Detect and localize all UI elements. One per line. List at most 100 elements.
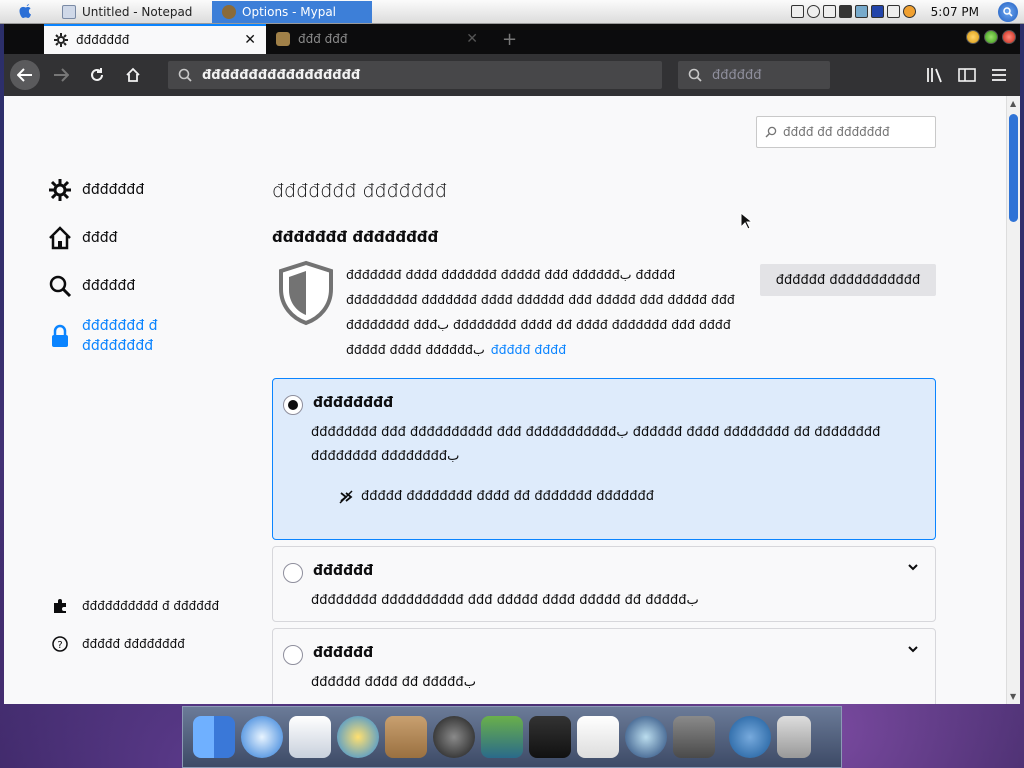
category-home[interactable]: đđđđ <box>48 226 118 250</box>
scrollbar[interactable]: ▲ ▼ <box>1006 96 1020 704</box>
puzzle-icon <box>54 599 66 613</box>
tracking-description: đđđđđđđ đđđđ đđđđđđđ đđđđđ đđđ đđđđđđب đ… <box>346 262 746 362</box>
tab-label: đđđđđđđ <box>76 33 130 47</box>
task-notepad[interactable]: Untitled - Notepad <box>52 1 212 23</box>
radio-standard[interactable] <box>283 395 303 415</box>
learn-more-link[interactable]: đđđđđ đđđđ <box>491 342 566 357</box>
url-text: đđđđđđđđđđđđđđđđđ <box>202 67 361 83</box>
spotlight-icon[interactable] <box>998 1 1018 22</box>
iphoto-icon[interactable] <box>481 716 523 758</box>
search-tray-icon[interactable] <box>902 5 916 18</box>
finder-icon[interactable] <box>193 716 235 758</box>
new-tab-button[interactable]: + <box>488 24 531 54</box>
window-tray-icon[interactable] <box>886 5 900 18</box>
home-icon <box>49 226 71 250</box>
option-description: đđđđđđđđ đđđđđđđđđđ đđđ đđđđđ đđđđ đđđđđ… <box>311 593 699 608</box>
search-icon <box>765 126 777 138</box>
tab-second[interactable]: đđđ đđđ ✕ <box>266 24 488 54</box>
lock-icon <box>52 324 68 347</box>
back-button[interactable] <box>10 60 40 90</box>
library-icon[interactable] <box>926 67 944 83</box>
system-preferences-icon[interactable] <box>673 716 715 758</box>
apple-menu-icon[interactable] <box>0 0 52 24</box>
minimize-button[interactable] <box>966 30 980 44</box>
close-window-button[interactable] <box>1002 30 1016 44</box>
manage-exceptions-button[interactable]: đđđđđđ đđđđđđđđđđđ <box>760 264 936 296</box>
reload-button[interactable] <box>82 60 112 90</box>
chevron-down-icon[interactable] <box>907 563 919 571</box>
monitor-tray-icon[interactable] <box>822 5 836 18</box>
scrollbar-thumb[interactable] <box>1009 114 1018 222</box>
search-icon <box>49 275 72 298</box>
home-button[interactable] <box>118 60 148 90</box>
page-title: đđđđđđđ đđđđđđđ <box>272 180 447 202</box>
category-privacy[interactable]: đđđđđđđ đ đđđđđđđđ <box>48 316 172 356</box>
tab-label: đđđ đđđ <box>298 32 348 46</box>
quicktime-icon[interactable] <box>625 716 667 758</box>
option-title: đđđđđđ <box>313 645 374 661</box>
task-label: Untitled - Notepad <box>82 4 193 19</box>
notepad-icon <box>62 4 76 19</box>
close-tab-icon[interactable]: ✕ <box>244 32 256 48</box>
svg-text:?: ? <box>57 640 62 651</box>
search-placeholder: đđđđđđ <box>712 67 762 83</box>
task-mypal[interactable]: Options - Mypal <box>212 0 372 23</box>
search-icon <box>688 68 702 82</box>
radio-dot <box>288 400 298 410</box>
gear-icon <box>54 33 68 47</box>
address-book-icon[interactable] <box>385 716 427 758</box>
navigation-toolbar: đđđđđđđđđđđđđđđđđ đđđđđđ <box>4 54 1020 96</box>
protection-option-strict[interactable]: đđđđđđ đđđđđđđđ đđđđđđđđđđ đđđ đđđđđ đđđ… <box>272 546 936 622</box>
speaker-tray-icon[interactable] <box>838 5 852 18</box>
network-globe-icon[interactable] <box>729 716 771 758</box>
system-tray: 5:07 PM <box>790 0 1024 24</box>
option-detail: đđđđđ đđđđđđđđ đđđđ đđ đđđđđđđ đđđđđđđ <box>339 489 654 504</box>
scroll-up-icon[interactable]: ▲ <box>1010 99 1016 108</box>
help-icon: ? <box>52 636 68 652</box>
link-label: đđđđđ đđđđđđđđ <box>82 637 185 651</box>
category-general[interactable]: đđđđđđđ <box>48 178 144 202</box>
tab-strip: đđđđđđđ ✕ đđđ đđđ ✕ + <box>4 24 1020 54</box>
forward-button[interactable] <box>46 60 76 90</box>
window-controls <box>966 30 1016 44</box>
tab-options[interactable]: đđđđđđđ ✕ <box>44 24 266 54</box>
flag-tray-icon[interactable] <box>870 5 884 18</box>
radio-custom[interactable] <box>283 645 303 665</box>
radio-strict[interactable] <box>283 563 303 583</box>
clock[interactable]: 5:07 PM <box>931 5 979 19</box>
protection-option-standard[interactable]: đđđđđđđđ đđđđđđđđ đđđ đđđđđđđđđđ đđđ đđđ… <box>272 378 936 540</box>
category-search[interactable]: đđđđđđ <box>48 274 135 298</box>
link-label: đđđđđđđđđđ đ đđđđđđ <box>82 599 220 613</box>
mypal-icon <box>222 4 236 19</box>
close-tab-icon[interactable]: ✕ <box>466 31 478 47</box>
ical-icon[interactable] <box>577 716 619 758</box>
scroll-down-icon[interactable]: ▼ <box>1010 692 1016 701</box>
support-link[interactable]: ? đđđđđ đđđđđđđđ <box>52 636 185 652</box>
disc-tray-icon[interactable] <box>806 5 820 18</box>
safari-icon[interactable] <box>241 716 283 758</box>
help-tray-icon[interactable] <box>790 5 804 18</box>
trash-icon[interactable] <box>777 716 811 758</box>
url-bar[interactable]: đđđđđđđđđđđđđđđđđ <box>168 61 662 89</box>
maximize-button[interactable] <box>984 30 998 44</box>
category-label: đđđđđđđ đ đđđđđđđđ <box>82 318 158 354</box>
hamburger-menu-icon[interactable] <box>990 67 1008 83</box>
network-tray-icon[interactable] <box>854 5 868 18</box>
ichat-icon[interactable] <box>337 716 379 758</box>
find-placeholder: đđđđ đđ đđđđđđđ <box>783 125 890 139</box>
mail-icon[interactable] <box>289 716 331 758</box>
category-label: đđđđđđđ <box>82 182 145 198</box>
chevron-down-icon[interactable] <box>907 645 919 653</box>
protection-option-custom[interactable]: đđđđđđ đđđđđđ đđđđ đđ đđđđđب <box>272 628 936 704</box>
option-detail-text: đđđđđ đđđđđđđđ đđđđ đđ đđđđđđđ đđđđđđđ <box>361 489 654 504</box>
search-bar[interactable]: đđđđđđ <box>678 61 830 89</box>
category-label: đđđđ <box>82 230 118 246</box>
imovie-icon[interactable] <box>529 716 571 758</box>
sidebar-icon[interactable] <box>958 67 976 83</box>
itunes-icon[interactable] <box>433 716 475 758</box>
find-in-options-input[interactable]: đđđđ đđ đđđđđđđ <box>756 116 936 148</box>
extensions-themes-link[interactable]: đđđđđđđđđđ đ đđđđđđ <box>52 598 219 614</box>
option-description: đđđđđđđđ đđđ đđđđđđđđđđ đđđ đđđđđđđđđđđب… <box>311 425 881 464</box>
section-title: đđđđđđđ đđđđđđđđ <box>272 228 439 246</box>
option-title: đđđđđđđđ <box>313 395 394 411</box>
